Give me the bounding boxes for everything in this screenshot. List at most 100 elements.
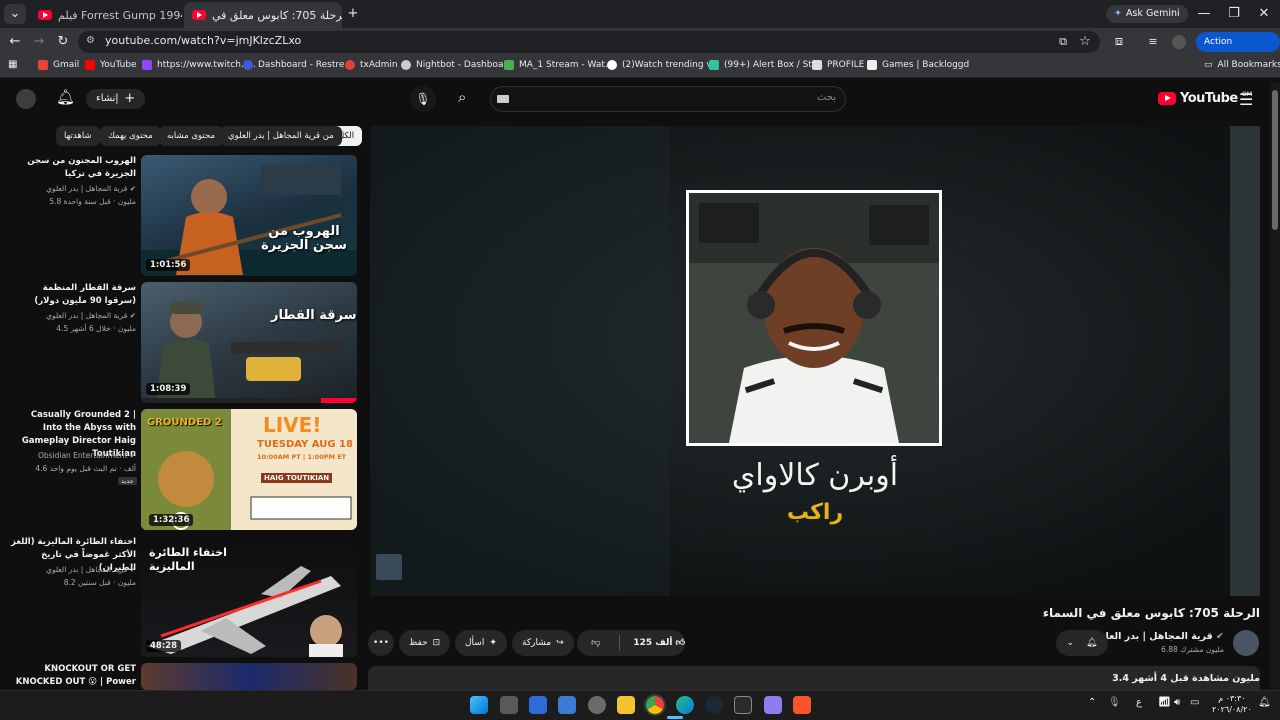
apps-grid-icon[interactable]: ▦ [8,59,17,70]
like-button[interactable]: 125 ألف 👍︎ [625,630,685,656]
new-badge: جديد [118,477,137,485]
volume-icon[interactable]: 🔊︎ [1174,697,1180,708]
brave-icon[interactable] [793,696,811,714]
bookmark-restream[interactable]: Dashboard - Restre... [243,60,353,70]
channel-name[interactable]: قرية المجاهل | بدر العلوي ✔ [46,311,136,320]
subscriber-count: 6.88 مليون مشترك [1161,645,1224,654]
forward-icon[interactable]: → [28,28,50,56]
chrome-icon[interactable] [644,694,666,716]
menu-hamburger-icon[interactable]: ☰ [1239,90,1253,109]
tab-flight-705[interactable]: الرحلة 705: كابوس معلق في ✕ [184,2,342,28]
tab-forrest-gump[interactable]: فيلم Forrest Gump 1994 مترجم ✕ [30,2,182,28]
verified-icon: ✔ [129,311,136,320]
thumbnail[interactable] [141,663,357,690]
vscode-icon[interactable] [558,696,576,714]
thumbnail-art [141,165,357,276]
more-actions-button[interactable]: ••• [368,630,394,656]
start-menu-icon[interactable] [470,696,488,714]
ask-gemini-button[interactable]: ✦ Ask Gemini [1106,5,1188,23]
tray-chevron-icon[interactable]: ⌃ [1088,697,1096,708]
microphone-icon[interactable]: 🎙︎ [410,86,436,112]
save-button[interactable]: حفظ ⊡ [399,630,451,656]
channel-name[interactable]: قرية المجاهل | بدر العلوي ✔ [46,565,136,574]
bookmark-twitch[interactable]: https://www.twitch.t... [142,60,256,70]
thumbnail[interactable]: اختفاء الطائرة الماليزية 48:28 [141,536,357,657]
chip-for-you[interactable]: محتوى يهمك [100,126,161,146]
notifications-bell-icon[interactable]: 🔔︎ [56,88,75,106]
bookmark-gmail[interactable]: Gmail [38,60,79,70]
file-explorer-icon[interactable] [617,696,635,714]
close-window-button[interactable]: ✕ [1249,4,1279,24]
youtube-icon [192,10,206,20]
steam-icon[interactable] [705,696,723,714]
profile-avatar[interactable] [1172,35,1186,49]
all-bookmarks[interactable]: ▭ All Bookmarks [1204,60,1280,70]
minimize-button[interactable]: — [1189,4,1219,24]
bookmark-backloggd[interactable]: Games | Backloggd [867,60,969,70]
like-dislike-group: 👎︎ 125 ألف 👍︎ [577,630,685,656]
media-controls-icon[interactable]: ≡ [1142,28,1164,56]
battery-icon[interactable]: ▭ [1190,697,1199,708]
subscribed-button[interactable]: ⌄ 🔔︎ [1056,630,1108,656]
wifi-icon[interactable]: 📶︎ [1158,697,1171,708]
gmail-icon [38,60,48,70]
extensions-icon[interactable]: ⧈ [1108,28,1130,56]
chip-watched[interactable]: شاهدتها [56,126,100,146]
channel-name[interactable]: قرية المجاهل | بدر العلوي ✔ [46,184,136,193]
gemini-icon: ✦ [1114,8,1122,19]
youtube-logo[interactable]: YouTube OM [1158,91,1252,106]
video-title[interactable]: سرقة القطار المنظمة (سرقوا 90 مليون دولا… [11,282,136,308]
bookmark-tiktok[interactable]: (2)Watch trending v... [607,60,720,70]
bookmark-kick[interactable]: MA_1 Stream - Wat... [504,60,614,70]
channel-name-main[interactable]: قرية المجاهل | بدر العلوي ✔ [1091,631,1224,642]
task-view-icon[interactable] [500,696,518,714]
chip-from-channel[interactable]: من قرية المجاهل | بدر العلوي [220,126,342,146]
site-info-icon[interactable]: ⚙ [86,35,95,46]
input-language[interactable]: ع [1136,697,1142,708]
bookmark-star-icon[interactable]: ☆ [1074,28,1096,56]
nightbot-icon [401,60,411,70]
scrollbar-thumb[interactable] [1272,90,1278,230]
thumbs-up-icon: 👍︎ [675,638,685,648]
epic-games-icon[interactable] [734,696,752,714]
microphone-tray-icon[interactable]: 🎙︎ [1108,697,1121,708]
install-app-icon[interactable]: ⧉ [1052,28,1074,56]
edge-icon[interactable] [676,696,694,714]
new-tab-button[interactable]: + [342,3,364,25]
notifications-icon[interactable]: 🔔︎ [1258,697,1271,708]
keyboard-icon[interactable] [497,95,509,103]
create-button[interactable]: إنشاء + [86,89,146,109]
more-dots-icon: ••• [373,638,389,648]
channel-name[interactable]: Obsidian Entertainment ✔ [38,451,136,460]
chip-related[interactable]: محتوى مشابه [159,126,223,146]
url-text[interactable]: youtube.com/watch?v=jmJKlzcZLxo [105,34,301,47]
store-icon[interactable] [529,696,547,714]
bookmark-streamlabs[interactable]: (99+) Alert Box / Str... [709,60,823,70]
video-title[interactable]: الهروب المجنون من سجن الجزيرة في تركيا [11,155,136,181]
bookmark-youtube[interactable]: YouTube [85,60,137,70]
settings-icon[interactable] [588,696,606,714]
bookmark-nightbot[interactable]: Nightbot - Dashboa... [401,60,512,70]
bookmark-profile[interactable]: PROFILE [812,60,864,70]
thumbnail[interactable]: الهروب من سجن الجزيرة 1:01:56 [141,155,357,276]
tiktok-icon [607,60,617,70]
back-icon[interactable]: ← [4,28,26,56]
search-icon[interactable]: ⌕ [458,88,466,106]
channel-watermark[interactable] [376,554,402,580]
system-clock[interactable]: ٠٣:٣٠ م ٢٠٢٦/٠٨/٢٠ [1212,693,1252,715]
action-required-button[interactable]: Action required ⋮ [1196,32,1280,67]
reload-icon[interactable]: ↻ [52,28,74,56]
bookmark-txadmin[interactable]: txAdmin [345,60,398,70]
account-avatar[interactable] [16,89,36,109]
thumbnail[interactable]: سرقة القطار 1:08:39 [141,282,357,403]
thumbnail[interactable]: GROUNDED 2 LIVE! TUESDAY AUG 18 10:00AM … [141,409,357,530]
discord-icon[interactable] [764,696,782,714]
tab-search-button[interactable]: ⌄ [4,4,26,24]
share-button[interactable]: مشاركة ↪ [512,630,574,656]
video-title[interactable]: KNOCKOUT OR GET KNOCKED OUT 😮 | Power [11,663,136,689]
ask-button[interactable]: اسأل ✦ [455,630,507,656]
dislike-button[interactable]: 👎︎ [577,630,614,656]
search-input[interactable] [490,86,846,112]
channel-avatar[interactable] [1233,630,1259,656]
maximize-button[interactable]: ❐ [1219,4,1249,24]
